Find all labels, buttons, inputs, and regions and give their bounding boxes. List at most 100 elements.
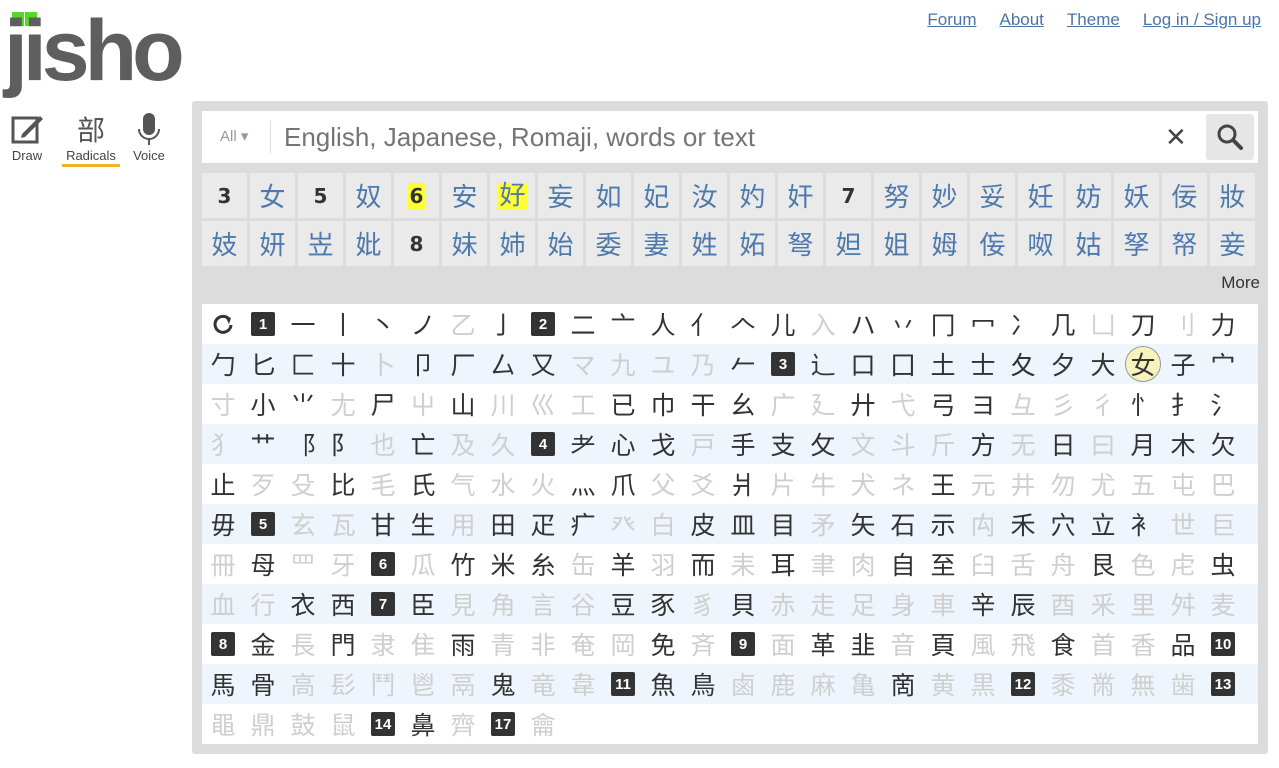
radical[interactable]: 支 <box>763 424 803 464</box>
radical[interactable]: 鳥 <box>683 664 723 704</box>
radical[interactable]: 皿 <box>723 504 763 544</box>
radical[interactable]: 衤 <box>1123 504 1163 544</box>
radical[interactable]: 十 <box>323 344 363 384</box>
radical[interactable]: 食 <box>1043 624 1083 664</box>
radical[interactable]: 丷 <box>883 304 923 344</box>
radical[interactable]: ハ <box>843 304 883 344</box>
radical[interactable]: ⻏ <box>283 424 323 464</box>
kanji-result[interactable]: 努 <box>874 173 919 218</box>
radical[interactable]: 攵 <box>803 424 843 464</box>
radical[interactable]: 大 <box>1083 344 1123 384</box>
radical[interactable]: 力 <box>1203 304 1243 344</box>
radical[interactable]: 匕 <box>243 344 283 384</box>
radical[interactable]: 母 <box>243 544 283 584</box>
kanji-result[interactable]: 如 <box>586 173 631 218</box>
radical[interactable]: 立 <box>1083 504 1123 544</box>
radical[interactable]: 小 <box>243 384 283 424</box>
radical[interactable]: 門 <box>323 624 363 664</box>
radical[interactable]: 爿 <box>723 464 763 504</box>
radical[interactable]: 夂 <box>1003 344 1043 384</box>
radical[interactable]: 骨 <box>243 664 283 704</box>
radical[interactable]: 已 <box>603 384 643 424</box>
radical[interactable]: 亅 <box>483 304 523 344</box>
radical-selected[interactable]: 女 <box>1123 344 1163 384</box>
radical[interactable]: 厂 <box>443 344 483 384</box>
radical[interactable]: 亡 <box>403 424 443 464</box>
radical[interactable]: ノ <box>403 304 443 344</box>
radical[interactable]: 穴 <box>1043 504 1083 544</box>
radical[interactable]: 禾 <box>1003 504 1043 544</box>
radical[interactable]: 辶 <box>803 344 843 384</box>
radical[interactable]: 𠆢 <box>723 304 763 344</box>
radical[interactable]: 忄 <box>1123 384 1163 424</box>
radical[interactable]: 几 <box>1043 304 1083 344</box>
kanji-result[interactable]: 妬 <box>730 221 775 266</box>
nav-about-link[interactable]: About <box>999 10 1043 30</box>
radical[interactable]: 二 <box>563 304 603 344</box>
nav-login-link[interactable]: Log in / Sign up <box>1143 10 1261 30</box>
radical[interactable]: 王 <box>923 464 963 504</box>
radical[interactable]: 品 <box>1163 624 1203 664</box>
kanji-result[interactable]: 妥 <box>970 173 1015 218</box>
kanji-result[interactable]: 姉 <box>490 221 535 266</box>
radical[interactable]: 矢 <box>843 504 883 544</box>
radical[interactable]: 幺 <box>723 384 763 424</box>
kanji-result[interactable]: 佞 <box>1162 173 1207 218</box>
radical[interactable]: 木 <box>1163 424 1203 464</box>
radical[interactable]: 山 <box>443 384 483 424</box>
radical[interactable]: 卩 <box>403 344 443 384</box>
radical[interactable]: 鬼 <box>483 664 523 704</box>
radical[interactable]: 夕 <box>1043 344 1083 384</box>
radical[interactable]: 囗 <box>883 344 923 384</box>
radical[interactable]: 西 <box>323 584 363 624</box>
search-input[interactable] <box>284 121 1144 153</box>
radical[interactable]: 灬 <box>563 464 603 504</box>
kanji-result[interactable]: 妙 <box>922 173 967 218</box>
kanji-result[interactable]: 奸 <box>778 173 823 218</box>
kanji-result[interactable]: 呶 <box>1018 221 1063 266</box>
kanji-result[interactable]: 女 <box>250 173 295 218</box>
more-results-button[interactable]: More <box>1221 273 1260 293</box>
radical[interactable]: 耳 <box>763 544 803 584</box>
radical[interactable]: 宀 <box>1203 344 1243 384</box>
radical[interactable]: ヨ <box>963 384 1003 424</box>
kanji-result[interactable]: 妝 <box>1210 173 1255 218</box>
radical[interactable]: 辛 <box>963 584 1003 624</box>
kanji-result[interactable]: 姓 <box>682 221 727 266</box>
radical[interactable]: 而 <box>683 544 723 584</box>
radical[interactable]: 鼻 <box>403 704 443 744</box>
kanji-result[interactable]: 妖 <box>1114 173 1159 218</box>
radical[interactable]: 欠 <box>1203 424 1243 464</box>
draw-mode-button[interactable]: Draw <box>4 110 50 167</box>
kanji-result[interactable]: 妣 <box>346 221 391 266</box>
search-filter-dropdown[interactable]: All ▾ <box>220 127 248 145</box>
radical[interactable]: 毋 <box>203 504 243 544</box>
radical[interactable]: 示 <box>923 504 963 544</box>
kanji-result[interactable]: 妻 <box>634 221 679 266</box>
radical[interactable]: 韭 <box>843 624 883 664</box>
radical[interactable]: 戈 <box>643 424 683 464</box>
kanji-result[interactable]: 妊 <box>1018 173 1063 218</box>
radical[interactable]: 𠂉 <box>723 344 763 384</box>
radical[interactable]: 啇 <box>883 664 923 704</box>
radical[interactable]: 冫 <box>1003 304 1043 344</box>
jisho-logo[interactable]: jisho <box>4 8 185 94</box>
radical[interactable]: 扌 <box>1163 384 1203 424</box>
radical[interactable]: 糸 <box>523 544 563 584</box>
radical[interactable]: 冖 <box>963 304 1003 344</box>
kanji-result[interactable]: 委 <box>586 221 631 266</box>
kanji-result[interactable]: 奴 <box>346 173 391 218</box>
radical[interactable]: 至 <box>923 544 963 584</box>
radical[interactable]: 止 <box>203 464 243 504</box>
radical[interactable]: 尸 <box>363 384 403 424</box>
kanji-result[interactable]: 妲 <box>826 221 871 266</box>
radical[interactable]: 疒 <box>563 504 603 544</box>
radical[interactable]: 刀 <box>1123 304 1163 344</box>
radical[interactable]: 又 <box>523 344 563 384</box>
radical[interactable]: 方 <box>963 424 1003 464</box>
kanji-result[interactable]: 侫 <box>970 221 1015 266</box>
radical[interactable]: 皮 <box>683 504 723 544</box>
radical[interactable]: 虫 <box>1203 544 1243 584</box>
kanji-result[interactable]: 妃 <box>634 173 679 218</box>
kanji-result[interactable]: 弩 <box>778 221 823 266</box>
